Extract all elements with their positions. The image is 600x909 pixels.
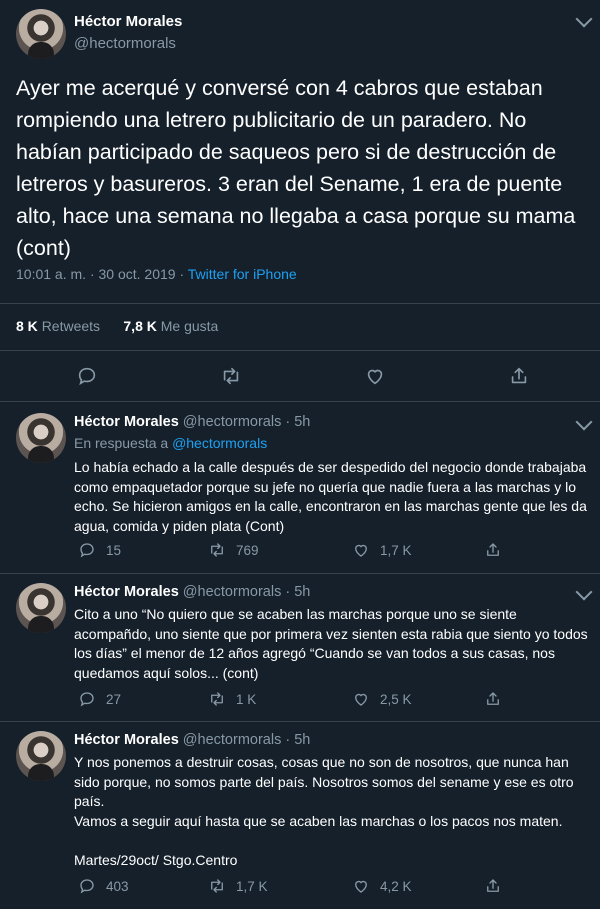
divider <box>0 350 600 351</box>
share-icon <box>484 877 502 895</box>
like-count: 4,2 K <box>380 878 412 894</box>
share-icon <box>484 541 502 559</box>
author-handle[interactable]: @hectormorals <box>74 35 176 52</box>
likes-count: 7,8 K <box>123 318 157 334</box>
reply-author-handle[interactable]: @hectormorals <box>183 584 282 600</box>
reply-author-handle[interactable]: @hectormorals <box>183 414 282 430</box>
tweet-date[interactable]: 30 oct. 2019 <box>99 266 176 282</box>
reply-age[interactable]: 5h <box>294 732 310 748</box>
reply-text: Y nos ponemos a destruir cosas, cosas qu… <box>74 754 574 868</box>
reply-header: Héctor Morales @hectormorals · 5h <box>74 414 310 430</box>
reply-text: Lo había echado a la calle después de se… <box>74 459 587 534</box>
share-button[interactable] <box>484 877 502 895</box>
reply-dot: · <box>285 732 291 748</box>
chevron-down-icon[interactable] <box>575 413 593 431</box>
like-icon[interactable] <box>364 365 386 387</box>
in-reply-to-handle[interactable]: @hectormorals <box>172 435 267 451</box>
reply-icon <box>78 690 96 708</box>
reply-count: 15 <box>106 542 122 558</box>
reply-count: 27 <box>106 691 122 707</box>
reply-actions: 27 1 K 2,5 K <box>74 690 594 710</box>
reply-button[interactable]: 403 <box>78 877 129 895</box>
like-icon <box>352 877 370 895</box>
retweet-button[interactable]: 1 K <box>208 690 256 708</box>
tweet-meta: 10:01 a. m. · 30 oct. 2019 · Twitter for… <box>16 266 297 282</box>
retweets-count: 8 K <box>16 318 38 334</box>
tweet-stats: 8 K Retweets 7,8 K Me gusta <box>16 318 218 334</box>
reply-age[interactable]: 5h <box>294 414 310 430</box>
reply-button[interactable]: 27 <box>78 690 121 708</box>
reply-icon <box>78 541 96 559</box>
retweets-label: Retweets <box>41 318 101 334</box>
retweet-count: 1,7 K <box>236 878 268 894</box>
tweet-actions <box>0 365 600 389</box>
like-button[interactable]: 2,5 K <box>352 690 412 708</box>
divider <box>0 573 600 574</box>
like-count: 1,7 K <box>380 542 412 558</box>
meta-separator: · <box>89 266 95 282</box>
avatar[interactable] <box>16 9 66 59</box>
tweet-source[interactable]: Twitter for iPhone <box>188 266 297 282</box>
retweet-button[interactable]: 769 <box>208 541 259 559</box>
reply-author-name[interactable]: Héctor Morales <box>74 584 179 600</box>
avatar[interactable] <box>16 731 66 781</box>
like-icon <box>352 690 370 708</box>
reply-icon <box>78 877 96 895</box>
like-button[interactable]: 4,2 K <box>352 877 412 895</box>
retweet-button[interactable]: 1,7 K <box>208 877 268 895</box>
tweet-text: Ayer me acerqué y conversé con 4 cabros … <box>16 76 576 260</box>
avatar[interactable] <box>16 413 66 463</box>
in-reply-to-label: En respuesta a <box>74 435 169 451</box>
share-icon[interactable] <box>508 365 530 387</box>
retweets-stat[interactable]: 8 K Retweets <box>16 318 100 334</box>
meta-separator: · <box>179 266 185 282</box>
avatar[interactable] <box>16 583 66 633</box>
reply-age[interactable]: 5h <box>294 584 310 600</box>
like-icon <box>352 541 370 559</box>
retweet-icon <box>208 877 226 895</box>
reply-count: 403 <box>106 878 129 894</box>
like-count: 2,5 K <box>380 691 412 707</box>
reply-header: Héctor Morales @hectormorals · 5h <box>74 584 310 600</box>
share-icon <box>484 690 502 708</box>
divider <box>0 303 600 304</box>
reply-text: Cito a uno “No quiero que se acaben las … <box>74 606 588 681</box>
tweet-time[interactable]: 10:01 a. m. <box>16 266 86 282</box>
share-button[interactable] <box>484 690 502 708</box>
in-reply-to: En respuesta a @hectormorals <box>74 435 267 451</box>
reply-author-name[interactable]: Héctor Morales <box>74 414 179 430</box>
likes-stat[interactable]: 7,8 K Me gusta <box>123 318 218 334</box>
retweet-count: 769 <box>236 542 259 558</box>
divider <box>0 721 600 722</box>
chevron-down-icon[interactable] <box>575 10 593 28</box>
reply-dot: · <box>285 414 291 430</box>
share-button[interactable] <box>484 541 502 559</box>
reply-author-handle[interactable]: @hectormorals <box>183 732 282 748</box>
likes-label: Me gusta <box>160 318 219 334</box>
reply-dot: · <box>285 584 291 600</box>
reply-actions: 403 1,7 K 4,2 K <box>74 877 594 897</box>
author-name[interactable]: Héctor Morales <box>74 13 182 30</box>
divider <box>0 401 600 402</box>
retweet-icon <box>208 541 226 559</box>
reply-header: Héctor Morales @hectormorals · 5h <box>74 732 310 748</box>
retweet-icon <box>208 690 226 708</box>
reply-icon[interactable] <box>76 365 98 387</box>
reply-button[interactable]: 15 <box>78 541 121 559</box>
retweet-count: 1 K <box>236 691 257 707</box>
reply-author-name[interactable]: Héctor Morales <box>74 732 179 748</box>
reply-actions: 15 769 1,7 K <box>74 541 594 561</box>
retweet-icon[interactable] <box>220 365 242 387</box>
like-button[interactable]: 1,7 K <box>352 541 412 559</box>
chevron-down-icon[interactable] <box>575 583 593 601</box>
